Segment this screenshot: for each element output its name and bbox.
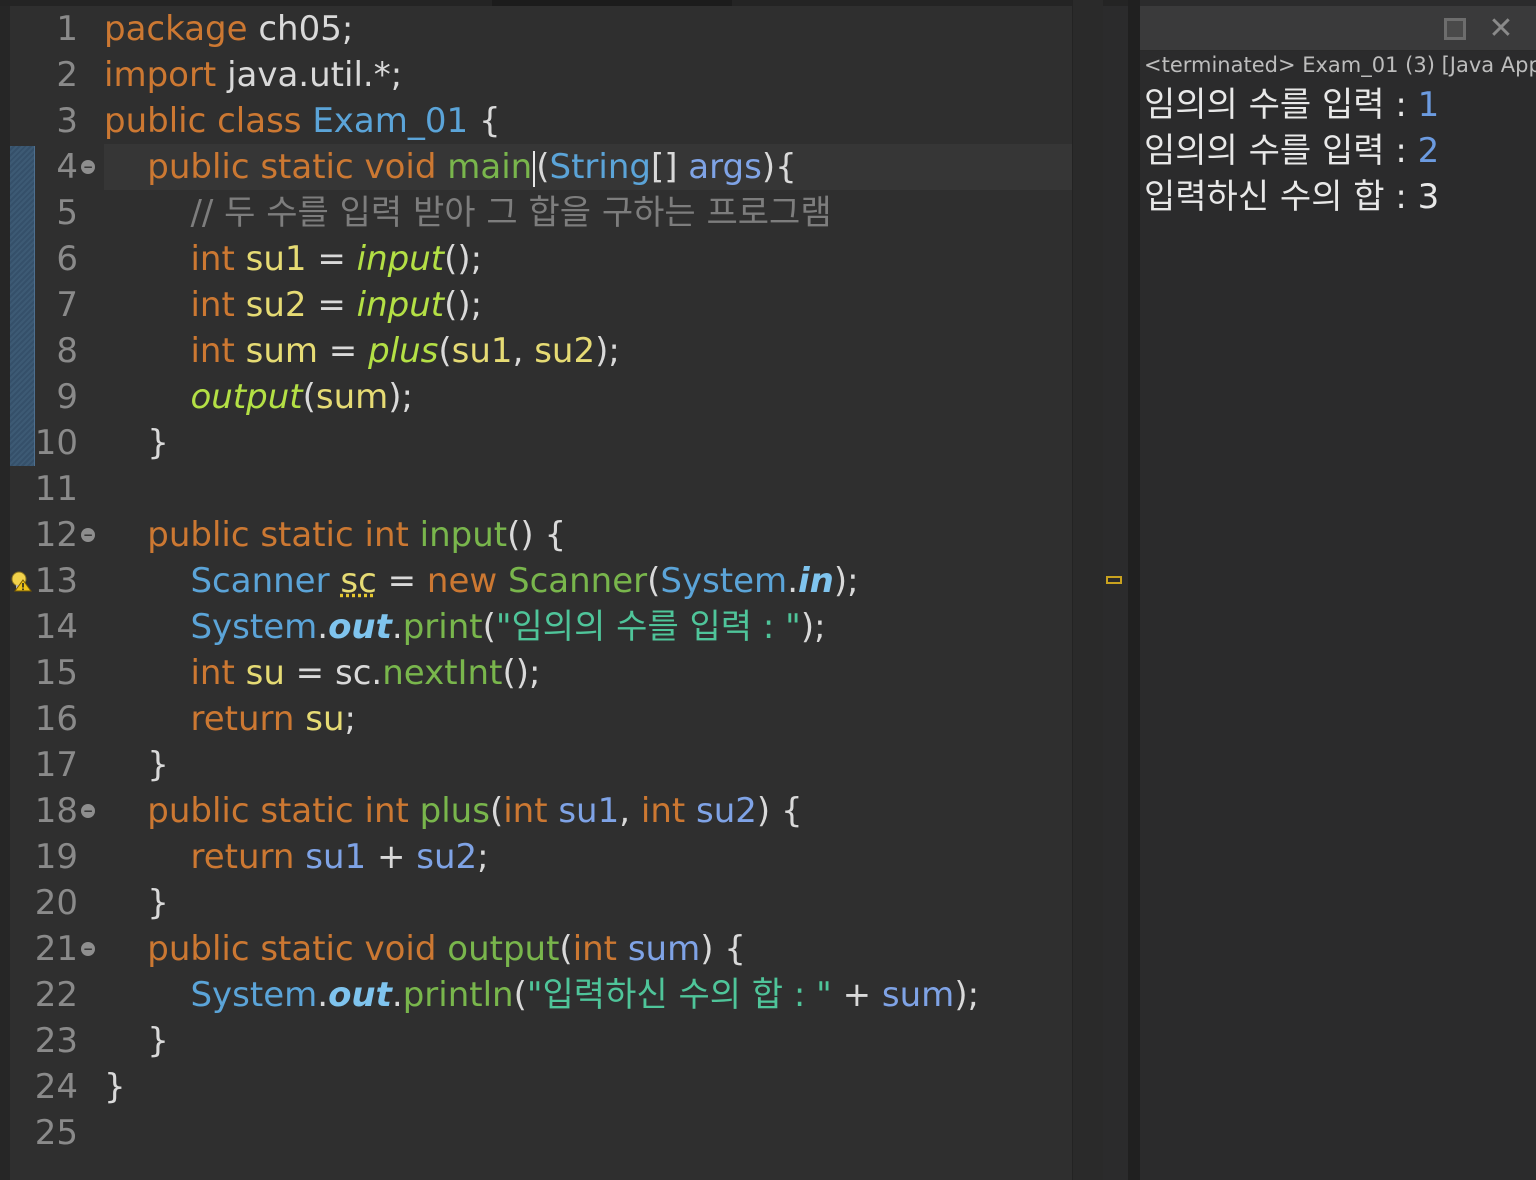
- code-text: }: [104, 1067, 126, 1107]
- code-line-10[interactable]: 10 }: [0, 420, 1100, 466]
- line-number: 16: [34, 699, 78, 739]
- code-text: public static void main (String[] args){: [147, 147, 797, 187]
- code-line-8[interactable]: 8 int sum = plus(su1, su2);: [0, 328, 1100, 374]
- code-line-16[interactable]: 16 return su;: [0, 696, 1100, 742]
- fold-collapse-icon[interactable]: −: [81, 942, 95, 956]
- console-toolbar: ✕: [1140, 6, 1536, 51]
- code-line-9[interactable]: 9 output(sum);: [0, 374, 1100, 420]
- code-text: public static void output(int sum) {: [147, 929, 746, 969]
- code-text: // 두 수를 입력 받아 그 합을 구하는 프로그램: [190, 193, 832, 233]
- line-number: 12: [34, 515, 78, 555]
- line-number: 7: [56, 285, 78, 325]
- line-number: 4: [56, 147, 78, 187]
- code-line-5[interactable]: 5 // 두 수를 입력 받아 그 합을 구하는 프로그램: [0, 190, 1100, 236]
- line-number: 9: [56, 377, 78, 417]
- code-text: int su = sc.nextInt();: [190, 653, 541, 693]
- line-number: 14: [34, 607, 78, 647]
- code-line-3[interactable]: 3 public class Exam_01 {: [0, 98, 1100, 144]
- code-text: System.out.print("임의의 수를 입력 : ");: [190, 607, 826, 647]
- line-number: 5: [56, 193, 78, 233]
- line-number: 8: [56, 331, 78, 371]
- code-text: }: [104, 1021, 169, 1061]
- code-line-22[interactable]: 22 System.out.println("입력하신 수의 합 : " + s…: [0, 972, 1100, 1018]
- close-icon[interactable]: ✕: [1486, 14, 1516, 44]
- code-text: System.out.println("입력하신 수의 합 : " + sum)…: [190, 975, 980, 1015]
- code-text: import java.util.*;: [104, 55, 403, 95]
- line-number: 22: [34, 975, 78, 1015]
- fold-collapse-icon[interactable]: −: [81, 528, 95, 542]
- code-line-12[interactable]: 12− public static int input() {: [0, 512, 1100, 558]
- line-number: 18: [34, 791, 78, 831]
- code-line-17[interactable]: 17 }: [0, 742, 1100, 788]
- maximize-icon[interactable]: [1444, 18, 1466, 40]
- code-line-24[interactable]: 24}: [0, 1064, 1100, 1110]
- code-text: }: [104, 423, 169, 463]
- line-number: 1: [56, 9, 78, 49]
- console-prompt-text: 입력하신 수의 합 : 3: [1144, 177, 1440, 217]
- code-text: Scanner sc = new Scanner(System.in);: [190, 561, 859, 601]
- line-number: 2: [56, 55, 78, 95]
- console-prompt-text: 임의의 수를 입력 :: [1144, 131, 1418, 171]
- console-view: ✕ <terminated> Exam_01 (3) [Java Appl 임의…: [1140, 0, 1536, 1180]
- line-number: 11: [34, 469, 78, 509]
- line-number: 13: [34, 561, 78, 601]
- overview-ruler[interactable]: [1072, 0, 1103, 1180]
- code-line-18[interactable]: 18− public static int plus(int su1, int …: [0, 788, 1100, 834]
- code-line-13[interactable]: 13 Scanner sc = new Scanner(System.in);: [0, 558, 1100, 604]
- console-line: 임의의 수를 입력 : 1: [1144, 82, 1439, 128]
- code-line-19[interactable]: 19 return su1 + su2;: [0, 834, 1100, 880]
- code-text: int su2 = input();: [190, 285, 483, 325]
- code-text: output(sum);: [190, 377, 414, 417]
- console-user-input: 1: [1417, 85, 1440, 125]
- code-line-23[interactable]: 23 }: [0, 1018, 1100, 1064]
- fold-collapse-icon[interactable]: −: [81, 160, 95, 174]
- code-text: }: [104, 745, 169, 785]
- fold-collapse-icon[interactable]: −: [81, 804, 95, 818]
- view-splitter[interactable]: [1128, 0, 1140, 1180]
- code-line-15[interactable]: 15 int su = sc.nextInt();: [0, 650, 1100, 696]
- console-line: 임의의 수를 입력 : 2: [1144, 128, 1439, 174]
- code-text: }: [104, 883, 169, 923]
- code-editor[interactable]: 1 package ch05; 2 import java.util.*; 3 publi…: [0, 6, 1100, 1180]
- code-text: public class Exam_01 {: [104, 101, 501, 141]
- code-line-25[interactable]: 25: [0, 1110, 1100, 1156]
- code-line-1[interactable]: 1 package ch05;: [0, 6, 1100, 52]
- code-line-2[interactable]: 2 import java.util.*;: [0, 52, 1100, 98]
- line-number: 15: [34, 653, 78, 693]
- console-status-label: <terminated> Exam_01 (3) [Java Appl: [1144, 53, 1536, 77]
- code-line-4[interactable]: 4− public static void main (String[] args…: [0, 144, 1100, 190]
- code-text: public static int input() {: [147, 515, 567, 555]
- console-user-input: 2: [1417, 131, 1440, 171]
- console-line: 입력하신 수의 합 : 3: [1144, 174, 1439, 220]
- code-text: int sum = plus(su1, su2);: [190, 331, 620, 371]
- line-number: 20: [34, 883, 78, 923]
- line-number: 17: [34, 745, 78, 785]
- line-number: 10: [34, 423, 78, 463]
- code-text: return su1 + su2;: [190, 837, 489, 877]
- code-text: public static int plus(int su1, int su2)…: [147, 791, 803, 831]
- line-number: 24: [34, 1067, 78, 1107]
- code-line-11[interactable]: 11: [0, 466, 1100, 512]
- code-line-7[interactable]: 7 int su2 = input();: [0, 282, 1100, 328]
- line-number: 23: [34, 1021, 78, 1061]
- code-line-14[interactable]: 14 System.out.print("임의의 수를 입력 : ");: [0, 604, 1100, 650]
- console-prompt-text: 임의의 수를 입력 :: [1144, 85, 1418, 125]
- warning-lightbulb-icon[interactable]: [10, 570, 32, 592]
- code-text: int su1 = input();: [190, 239, 483, 279]
- line-number: 19: [34, 837, 78, 877]
- code-line-20[interactable]: 20 }: [0, 880, 1100, 926]
- line-number: 6: [56, 239, 78, 279]
- line-number: 3: [56, 101, 78, 141]
- line-number: 25: [34, 1113, 78, 1153]
- line-number: 21: [34, 929, 78, 969]
- code-text: package ch05;: [104, 9, 354, 49]
- code-line-6[interactable]: 6 int su1 = input();: [0, 236, 1100, 282]
- code-line-21[interactable]: 21− public static void output(int sum) {: [0, 926, 1100, 972]
- warning-marker[interactable]: [1106, 576, 1122, 584]
- code-text: return su;: [190, 699, 356, 739]
